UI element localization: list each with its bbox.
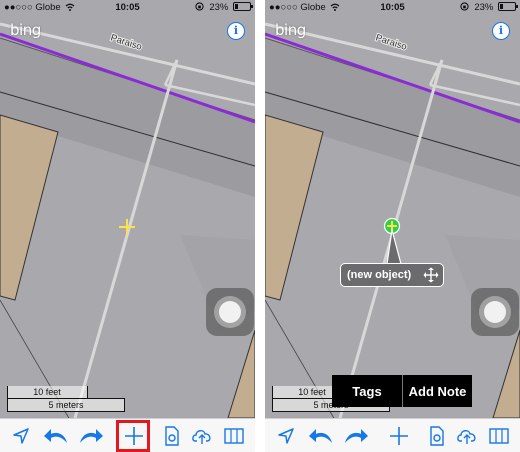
- assistive-touch-button[interactable]: [206, 288, 254, 336]
- settings-file-icon[interactable]: [423, 422, 451, 450]
- tags-button[interactable]: Tags: [332, 375, 402, 407]
- callout-pointer: [386, 229, 402, 265]
- scale-label-feet: 10 feet: [33, 387, 61, 397]
- settings-file-icon[interactable]: [158, 422, 186, 450]
- location-arrow-icon[interactable]: [272, 422, 300, 450]
- battery-status: 23%: [195, 2, 253, 13]
- battery-status: 23%: [460, 2, 518, 13]
- info-icon[interactable]: i: [227, 22, 245, 40]
- redo-icon[interactable]: [77, 422, 105, 450]
- scale-bar: 10 feet 5 meters: [7, 386, 125, 414]
- add-button-highlight: [116, 420, 150, 452]
- assistive-touch-button[interactable]: [471, 288, 519, 336]
- info-icon[interactable]: i: [492, 22, 510, 40]
- undo-icon[interactable]: [42, 422, 70, 450]
- bing-logo: bing: [275, 21, 306, 39]
- map-layers-icon[interactable]: [485, 422, 513, 450]
- status-bar: ●●○○○ Globe 10:05 23%: [0, 0, 255, 16]
- battery-icon: [498, 2, 518, 11]
- bottom-toolbar: [0, 418, 255, 452]
- undo-icon[interactable]: [307, 422, 335, 450]
- bing-logo: bing: [10, 21, 41, 39]
- crosshair-icon: [119, 219, 135, 235]
- bottom-toolbar: [265, 418, 520, 452]
- rotation-lock-icon: [460, 2, 469, 11]
- add-icon[interactable]: [385, 422, 413, 450]
- upload-cloud-icon[interactable]: [453, 422, 481, 450]
- add-note-button[interactable]: Add Note: [403, 375, 472, 407]
- status-bar: ●●○○○ Globe 10:05 23%: [265, 0, 520, 16]
- redo-icon[interactable]: [342, 422, 370, 450]
- context-menu: Tags Add Note: [332, 375, 472, 407]
- upload-cloud-icon[interactable]: [188, 422, 216, 450]
- new-object-label: (new object): [347, 269, 412, 281]
- move-arrows-icon[interactable]: [423, 267, 439, 283]
- battery-icon: [233, 2, 253, 11]
- scale-label-meters: 5 meters: [48, 400, 84, 410]
- rotation-lock-icon: [195, 2, 204, 11]
- new-object-callout[interactable]: (new object): [340, 263, 444, 287]
- location-arrow-icon[interactable]: [7, 422, 35, 450]
- map-layers-icon[interactable]: [220, 422, 248, 450]
- phone-screen-before: Paraiso ●●○○○ Globe 10:05 23% bing i 10 …: [0, 0, 255, 452]
